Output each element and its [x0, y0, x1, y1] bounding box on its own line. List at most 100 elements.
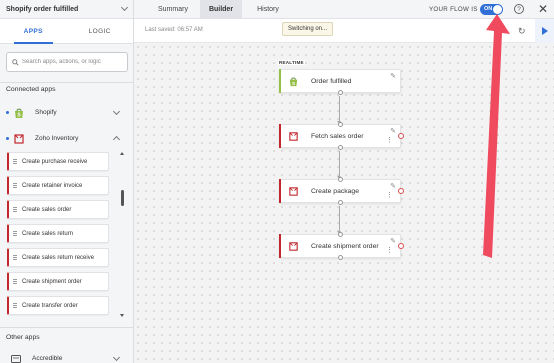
close-icon[interactable]: ✕ [538, 2, 548, 16]
drag-handle-icon [13, 159, 17, 164]
tab-builder[interactable]: Builder [200, 0, 242, 19]
zoho-inventory-icon [289, 186, 298, 196]
connector-port[interactable] [338, 255, 343, 260]
tab-logic[interactable]: LOGIC [67, 19, 134, 43]
more-options-icon[interactable]: ⋮ [386, 137, 393, 144]
action-list-scrollbar[interactable] [120, 152, 125, 317]
node-label: Create shipment order [311, 242, 379, 250]
tab-apps[interactable]: APPS [0, 19, 67, 44]
scrollbar-thumb[interactable] [121, 190, 124, 206]
drag-handle-icon [13, 207, 17, 212]
play-icon [541, 27, 548, 35]
action-label: Create retainer invoice [22, 182, 83, 189]
node-label: Fetch sales order [311, 132, 364, 140]
status-tooltip: Switching on... [282, 22, 334, 36]
zoho-inventory-icon [14, 133, 24, 144]
action-item[interactable]: Create shipment order [7, 272, 109, 291]
connector-line [339, 151, 340, 179]
connector-port[interactable] [338, 122, 343, 127]
test-run-button[interactable] [535, 19, 554, 43]
connector-port[interactable] [338, 200, 343, 205]
node-label: Order fulfilled [311, 77, 352, 85]
tab-history[interactable]: History [244, 0, 292, 19]
action-label: Create sales order [22, 206, 72, 213]
accredible-icon [11, 354, 21, 363]
divider [0, 82, 134, 83]
help-icon[interactable]: ? [514, 4, 524, 14]
app-item-accredible[interactable]: Accredible [0, 347, 133, 363]
node-accent-bar [279, 124, 281, 148]
edit-pencil-icon[interactable]: ✎ [390, 72, 396, 80]
flow-node-action[interactable]: Create shipment order ✎ ⋮ [279, 232, 404, 260]
flow-node-trigger[interactable]: S Order fulfilled ✎ [279, 69, 401, 95]
toggle-label: ON [484, 6, 493, 12]
app-name: Accredible [32, 355, 63, 362]
scroll-up-arrow-icon[interactable] [120, 152, 124, 155]
zoho-inventory-icon [289, 131, 298, 141]
drag-handle-icon [13, 231, 17, 236]
flow-name: Shopify order fulfilled [6, 5, 79, 13]
other-apps-heading: Other apps [6, 334, 40, 341]
app-name: Shopify [35, 109, 57, 116]
connector-port[interactable] [338, 232, 343, 237]
error-indicator-icon [398, 188, 404, 194]
app-item-zoho-inventory[interactable]: Zoho Inventory [0, 127, 133, 150]
chevron-up-icon [112, 135, 121, 144]
flow-node-action[interactable]: Create package ✎ ⋮ [279, 177, 404, 205]
action-label: Create purchase receive [22, 158, 88, 165]
node-accent-bar [279, 179, 281, 203]
divider [0, 327, 134, 328]
builder-toolbar: Last saved: 06:57 AM Switching on... ↶ ↻ [134, 19, 554, 43]
search-input[interactable] [22, 59, 122, 65]
app-item-shopify[interactable]: S Shopify [0, 101, 133, 124]
app-name: Zoho Inventory [35, 135, 79, 142]
connector-port[interactable] [338, 90, 343, 95]
flow-status-label: YOUR FLOW IS [429, 6, 478, 13]
realtime-badge: REALTIME [278, 60, 305, 65]
connected-dot [6, 137, 9, 140]
connector-port[interactable] [338, 177, 343, 182]
edit-pencil-icon[interactable]: ✎ [390, 127, 396, 135]
action-item[interactable]: Create sales order [7, 200, 109, 219]
more-options-icon[interactable]: ⋮ [386, 192, 393, 199]
connected-apps-heading: Connected apps [6, 86, 56, 93]
node-accent-bar [279, 234, 281, 258]
svg-text:S: S [292, 80, 295, 85]
toggle-knob [493, 5, 502, 14]
redo-icon[interactable]: ↻ [518, 27, 526, 36]
sidebar-tabs: APPS LOGIC [0, 19, 133, 44]
flow-node-action[interactable]: Fetch sales order ✎ ⋮ [279, 122, 404, 150]
action-item[interactable]: Create retainer invoice [7, 176, 109, 195]
undo-icon[interactable]: ↶ [496, 27, 504, 36]
action-label: Create transfer order [22, 302, 78, 309]
edit-pencil-icon[interactable]: ✎ [390, 182, 396, 190]
action-label: Create sales return receive [22, 254, 95, 261]
connector-line [339, 96, 340, 124]
chevron-down-icon [112, 353, 121, 361]
drag-handle-icon [13, 255, 17, 260]
search-icon [12, 58, 19, 66]
chevron-down-icon [112, 107, 121, 115]
action-item[interactable]: Create sales return [7, 224, 109, 243]
top-bar: Summary Builder History YOUR FLOW IS ON … [134, 0, 554, 19]
node-label: Create package [311, 187, 359, 195]
tab-summary[interactable]: Summary [148, 0, 198, 19]
last-saved-text: Last saved: 06:57 AM [145, 27, 203, 33]
action-label: Create shipment order [22, 278, 82, 285]
flow-canvas[interactable]: REALTIME S Order fulfilled ✎ Fetch sales… [134, 43, 554, 363]
connector-port[interactable] [338, 145, 343, 150]
search-box[interactable] [6, 52, 128, 72]
action-item[interactable]: Create sales return receive [7, 248, 109, 267]
zoho-inventory-icon [289, 241, 298, 251]
action-item[interactable]: Create transfer order [7, 296, 109, 315]
action-item[interactable]: Create purchase receive [7, 152, 109, 171]
node-accent-bar [279, 69, 281, 93]
scroll-down-arrow-icon[interactable] [120, 314, 124, 317]
drag-handle-icon [13, 303, 17, 308]
chevron-down-icon [120, 3, 129, 12]
edit-pencil-icon[interactable]: ✎ [390, 237, 396, 245]
more-options-icon[interactable]: ⋮ [386, 247, 393, 254]
flow-on-toggle[interactable]: ON [480, 4, 503, 15]
action-label: Create sales return [22, 230, 74, 237]
flow-name-dropdown[interactable]: Shopify order fulfilled [0, 0, 133, 19]
